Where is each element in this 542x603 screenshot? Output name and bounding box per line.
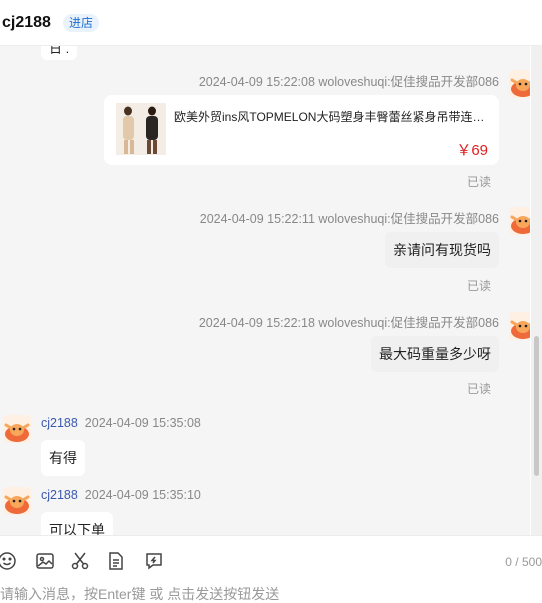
chat-header: cj2188 进店 bbox=[0, 0, 542, 46]
message-input[interactable] bbox=[0, 584, 542, 603]
avatar bbox=[3, 415, 31, 443]
message-text: 日 . bbox=[49, 46, 70, 56]
scissors-icon[interactable] bbox=[69, 550, 91, 572]
read-status: 已读 bbox=[467, 175, 492, 189]
message-time: 2024-04-09 15:35:10 bbox=[84, 488, 201, 502]
message-text: 最大码重量多少呀 bbox=[379, 346, 491, 362]
message-text: 有得 bbox=[49, 450, 77, 466]
avatar bbox=[509, 70, 530, 98]
message-meta: 2024-04-09 15:22:11 woloveshuqi:促佳搜品开发部0… bbox=[199, 212, 499, 226]
message-text: 可以下单 bbox=[49, 522, 105, 535]
contact-name: cj2188 bbox=[2, 13, 51, 31]
file-icon[interactable] bbox=[105, 550, 127, 572]
chat-scrollbar[interactable] bbox=[531, 46, 542, 535]
product-name: 欧美外贸ins风TOPMELON大码塑身丰臀蕾丝紧身吊带连体衣女 bbox=[174, 110, 494, 124]
message-bubble: 有得 bbox=[41, 440, 85, 476]
quick-reply-icon[interactable] bbox=[143, 550, 165, 572]
message-meta: cj2188 2024-04-09 15:35:08 bbox=[41, 416, 201, 430]
product-card[interactable]: 欧美外贸ins风TOPMELON大码塑身丰臀蕾丝紧身吊带连体衣女 ￥69 bbox=[104, 95, 499, 165]
message-bubble: 最大码重量多少呀 bbox=[371, 336, 499, 372]
read-status: 已读 bbox=[467, 279, 492, 293]
sender-name: cj2188 bbox=[41, 488, 78, 502]
avatar bbox=[509, 207, 530, 235]
sender-name: cj2188 bbox=[41, 416, 78, 430]
message-bubble: 日 . bbox=[41, 46, 78, 60]
input-toolbar: 0 / 500 bbox=[0, 535, 542, 585]
message-meta: 2024-04-09 15:22:18 woloveshuqi:促佳搜品开发部0… bbox=[198, 316, 499, 330]
message-time: 2024-04-09 15:35:08 bbox=[84, 416, 201, 430]
scrollbar-thumb[interactable] bbox=[534, 336, 539, 476]
image-icon[interactable] bbox=[34, 550, 56, 572]
message-bubble: 亲请问有现货吗 bbox=[385, 232, 499, 268]
message-list[interactable]: 日 . 2024-04-09 15:22:08 woloveshuqi:促佳搜品… bbox=[0, 46, 530, 535]
message-meta: 2024-04-09 15:22:08 woloveshuqi:促佳搜品开发部0… bbox=[198, 75, 499, 89]
message-bubble: 可以下单 bbox=[41, 512, 113, 535]
product-price: ￥69 bbox=[456, 142, 488, 159]
enter-shop-button[interactable]: 进店 bbox=[62, 13, 99, 32]
avatar bbox=[3, 487, 31, 515]
avatar bbox=[509, 312, 530, 340]
product-image bbox=[116, 103, 166, 155]
emoji-icon[interactable] bbox=[0, 550, 18, 572]
message-meta: cj2188 2024-04-09 15:35:10 bbox=[41, 488, 201, 502]
read-status: 已读 bbox=[467, 382, 492, 396]
message-text: 亲请问有现货吗 bbox=[393, 242, 491, 258]
char-counter: 0 / 500 bbox=[505, 555, 542, 569]
